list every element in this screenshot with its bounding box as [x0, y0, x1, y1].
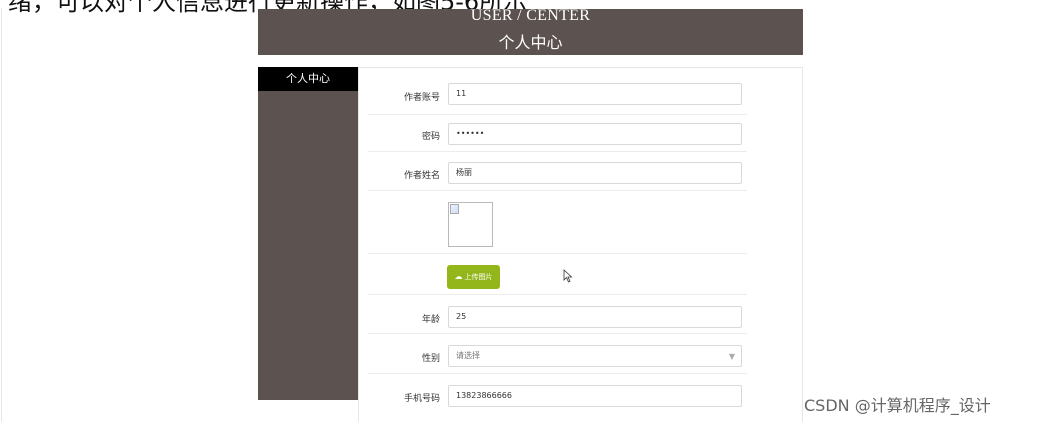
gender-label: 性别: [421, 354, 440, 364]
csdn-watermark: CSDN @计算机程序_设计: [804, 396, 991, 415]
upload-image-label: 上传图片: [464, 273, 493, 281]
phone-label: 手机号码: [403, 394, 440, 404]
left-border-line: [1, 8, 2, 422]
form-row-avatar: [368, 191, 747, 254]
form-row-phone: 手机号码 13823866666: [368, 374, 747, 414]
header-title-en: USER / CENTER: [470, 7, 591, 24]
sidebar: 个人中心: [258, 67, 358, 400]
cloud-upload-icon: ☁: [454, 272, 463, 281]
account-input[interactable]: 11: [448, 83, 742, 105]
page: 绪，可以对个人信息进行更新操作，如图5-6所示 USER / CENTER 个人…: [0, 0, 1042, 422]
gender-select[interactable]: 请选择 ▼: [448, 345, 742, 367]
phone-input[interactable]: 13823866666: [448, 385, 742, 407]
header-title-zh: 个人中心: [498, 33, 563, 52]
account-label: 作者账号: [403, 93, 440, 103]
form-row-gender: 性别 请选择 ▼: [368, 334, 747, 374]
page-header-banner: USER / CENTER 个人中心: [258, 7, 803, 55]
avatar-image-box: [448, 202, 493, 247]
name-input[interactable]: 杨丽: [448, 162, 742, 184]
broken-image-icon: [450, 204, 459, 214]
password-input[interactable]: ••••••: [448, 123, 742, 145]
mouse-pointer-icon: [563, 269, 573, 283]
chevron-down-icon: ▼: [728, 352, 735, 361]
form-row-password: 密码 ••••••: [368, 115, 747, 152]
gender-select-placeholder: 请选择: [456, 351, 480, 360]
password-label: 密码: [421, 132, 440, 142]
name-label: 作者姓名: [403, 171, 440, 181]
form-row-account: 作者账号 11: [368, 78, 747, 115]
age-label: 年龄: [421, 315, 440, 325]
form-row-upload: ☁ 上传图片: [368, 254, 747, 295]
sidebar-item-personal-center[interactable]: 个人中心: [258, 67, 358, 91]
form-row-age: 年龄 25: [368, 295, 747, 334]
upload-image-button[interactable]: ☁ 上传图片: [447, 265, 500, 289]
form-row-name: 作者姓名 杨丽: [368, 152, 747, 191]
age-input[interactable]: 25: [448, 306, 742, 328]
